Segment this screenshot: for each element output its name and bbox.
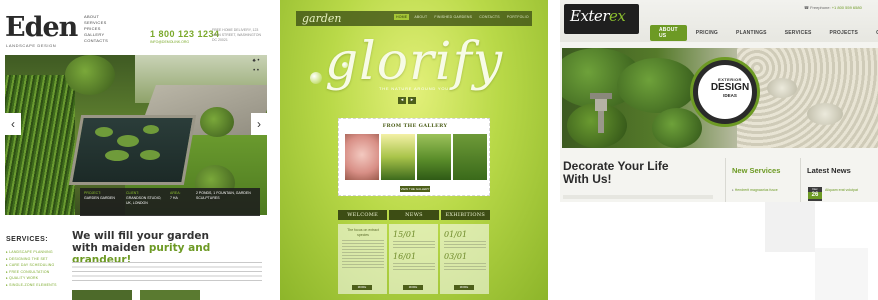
nav-item-contacts[interactable]: CONTACTS bbox=[477, 14, 502, 20]
nav-item-contacts[interactable]: CONTACTS bbox=[867, 28, 878, 38]
services-list: LANDSCAPE PLANNING DESIGNING THE SET CAR… bbox=[6, 249, 57, 288]
exhibitions-column: 01/01 03/01 MORE bbox=[440, 224, 489, 294]
badge-text: EXTERIOR DESIGN IDEAS bbox=[710, 77, 750, 98]
thumbnail[interactable] bbox=[140, 290, 200, 300]
eden-phone: 1 800 123 1234 bbox=[150, 29, 220, 39]
slider-prev-arrow[interactable]: ‹ bbox=[5, 113, 21, 135]
eden-main-nav: ABOUT SERVICES PRICES GALLERY CONTACTS bbox=[84, 14, 108, 44]
eden-headline: We will fill your garden with maiden pur… bbox=[72, 230, 211, 266]
welcome-column: The focus on extract species MORE bbox=[338, 224, 387, 294]
services-heading: SERVICES: bbox=[6, 236, 49, 243]
service-link[interactable]: LANDSCAPE PLANNING bbox=[6, 249, 57, 256]
tab-news[interactable]: NEWS bbox=[389, 210, 439, 220]
slider-next-arrow[interactable]: › bbox=[251, 113, 267, 135]
glorify-tagline: THE NATURE AROUND YOU bbox=[379, 86, 449, 91]
tab-exhibitions[interactable]: EXHIBITIONS bbox=[440, 210, 490, 220]
gallery-photo-hedges[interactable] bbox=[417, 134, 451, 180]
nav-item-projects[interactable]: PROJECTS bbox=[821, 28, 868, 38]
eden-logo[interactable]: Eden bbox=[5, 12, 78, 43]
content-tabs: WELCOME NEWS EXHIBITIONS bbox=[338, 210, 490, 220]
more-button[interactable]: MORE bbox=[403, 285, 423, 290]
slider-pagination[interactable]: ♠ • • • bbox=[252, 56, 260, 76]
service-link[interactable]: CARE DAY SCHEDULING bbox=[6, 262, 57, 269]
exterex-template-preview: Exterex ☎ Freephone: +1 800 559 6580 ABO… bbox=[560, 0, 878, 300]
eden-thumbnail-row bbox=[72, 290, 270, 300]
news-column: 15/01 16/01 MORE bbox=[389, 224, 438, 294]
slider-prev-arrow[interactable]: ◂ bbox=[398, 97, 406, 104]
gallery-photo-roses[interactable] bbox=[345, 134, 379, 180]
nav-item-about-us[interactable]: ABOUT US bbox=[650, 25, 687, 41]
hero-slider-arrows: ◂ ▸ bbox=[398, 97, 416, 104]
stone-lantern-image bbox=[590, 93, 612, 133]
gallery-photo-trees[interactable] bbox=[453, 134, 487, 180]
nav-item-about[interactable]: ABOUT bbox=[412, 14, 429, 20]
glorify-nav: HOME ABOUT FINISHED GARDENS CONTACTS POR… bbox=[394, 14, 531, 20]
eden-template-preview: Eden LANDSCAPE DESIGN ABOUT SERVICES PRI… bbox=[0, 0, 270, 300]
news-link[interactable]: Aliquam erat volutpat bbox=[825, 188, 875, 192]
screenshot-collage: Eden LANDSCAPE DESIGN ABOUT SERVICES PRI… bbox=[0, 0, 878, 300]
gallery-box: FROM THE GALLERY bbox=[338, 118, 490, 196]
exterex-nav: ABOUT US PRICING PLANTINGS SERVICES PROJ… bbox=[650, 25, 878, 41]
exhibition-date: 01/01 bbox=[444, 230, 468, 239]
slider-next-arrow[interactable]: ▸ bbox=[408, 97, 416, 104]
pond-image bbox=[68, 115, 197, 185]
nav-item-portfolio[interactable]: PORTFOLIO bbox=[505, 14, 531, 20]
exterex-logo-text: Exterex bbox=[570, 7, 626, 25]
news-date: 16/01 bbox=[393, 252, 417, 261]
service-link[interactable]: Hendrerit magnaarius fusce bbox=[732, 188, 778, 192]
nav-item-plantings[interactable]: PLANTINGS bbox=[727, 28, 776, 38]
more-button[interactable]: MORE bbox=[352, 285, 372, 290]
exterex-lower-area bbox=[560, 202, 878, 300]
news-date-badge: Dec 26 bbox=[808, 187, 822, 201]
nav-item-contacts[interactable]: CONTACTS bbox=[84, 38, 108, 44]
tab-welcome[interactable]: WELCOME bbox=[338, 210, 388, 220]
glorify-logo[interactable]: garden bbox=[302, 11, 342, 26]
service-link[interactable]: SINGLE-ZONE ELEMENTS bbox=[6, 282, 57, 289]
news-date: 15/01 bbox=[393, 230, 417, 239]
client-field: CLIENT: GRANDSON STUDIO, UK, LONDON bbox=[126, 191, 162, 205]
nav-item-pricing[interactable]: PRICING bbox=[687, 28, 727, 38]
more-button[interactable]: MORE bbox=[454, 285, 474, 290]
eden-address: FREE HOME DELIVERY, 123 MAIN STREET, WAS… bbox=[212, 28, 262, 42]
latest-news-heading: Latest News bbox=[807, 166, 851, 175]
project-field: PROJECT: GARDEN GARDEN bbox=[84, 191, 115, 200]
eden-email-link[interactable]: INFO@DEMOLINK.ORG bbox=[150, 40, 189, 44]
view-gallery-button[interactable]: VIEW THE GALLERY bbox=[400, 186, 430, 192]
gallery-photo-light[interactable] bbox=[381, 134, 415, 180]
decorate-underline bbox=[563, 195, 713, 199]
features-field: 2 PONDS, 1 FOUNTAIN, GARDEN SCULPTURES bbox=[196, 191, 251, 200]
glorify-template-preview: garden HOME ABOUT FINISHED GARDENS CONTA… bbox=[280, 0, 548, 300]
nav-item-services[interactable]: SERVICES bbox=[776, 28, 821, 38]
decorate-heading: Decorate Your Life With Us! bbox=[563, 159, 669, 186]
nav-item-home[interactable]: HOME bbox=[394, 14, 410, 20]
gallery-title: FROM THE GALLERY bbox=[382, 123, 448, 129]
welcome-title: The focus on extract species bbox=[347, 228, 379, 237]
glorify-hero-title: glorify bbox=[324, 32, 504, 92]
nav-item-finished-gardens[interactable]: FINISHED GARDENS bbox=[432, 14, 474, 20]
thumbnail[interactable] bbox=[72, 290, 132, 300]
eden-logo-subtitle: LANDSCAPE DESIGN bbox=[6, 43, 57, 48]
area-field: AREA: 7 HA bbox=[170, 191, 181, 200]
exterex-phone: ☎ Freephone: +1 800 559 6580 bbox=[804, 5, 862, 10]
exhibition-date: 03/01 bbox=[444, 252, 468, 261]
project-info-strip: PROJECT: GARDEN GARDEN CLIENT: GRANDSON ST… bbox=[80, 188, 260, 216]
eden-body-text bbox=[72, 262, 262, 282]
new-services-heading: New Services bbox=[732, 166, 781, 175]
